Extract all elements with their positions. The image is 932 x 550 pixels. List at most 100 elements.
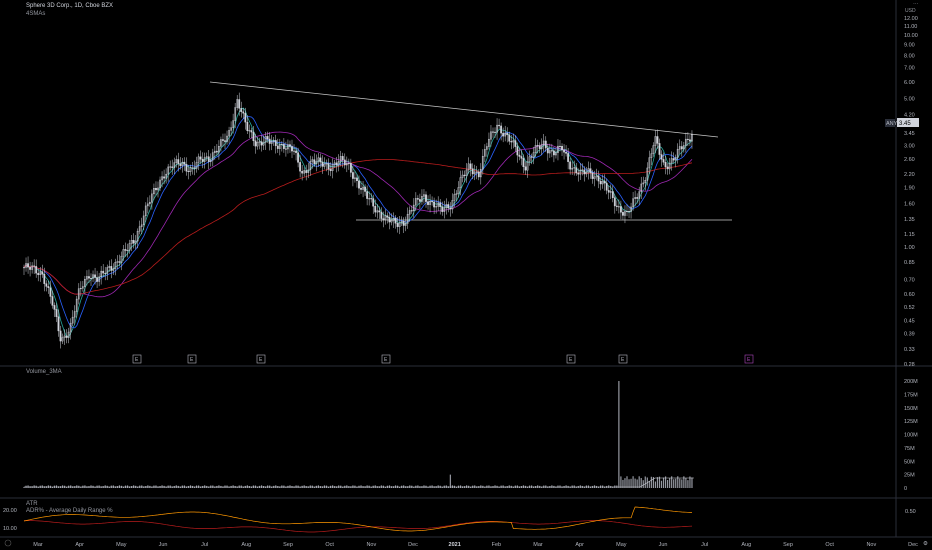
- candle-body: [636, 197, 639, 199]
- volume-bar: [451, 485, 453, 488]
- price-tick-label: 4.20: [904, 113, 915, 119]
- candle-body: [366, 191, 369, 199]
- candle-body: [615, 205, 618, 207]
- settings-icon[interactable]: ⚙: [923, 540, 928, 547]
- volume-bar: [431, 485, 433, 488]
- volume-bars: [23, 381, 694, 488]
- price-tick-label: 9.00: [904, 42, 915, 48]
- candle-body: [207, 156, 210, 162]
- volume-bar: [662, 477, 665, 488]
- candle-body: [425, 194, 427, 202]
- candle-body: [53, 305, 56, 310]
- candle-body: [224, 140, 226, 142]
- candle-body: [664, 162, 667, 168]
- candle-body: [597, 175, 600, 182]
- candle-body: [47, 286, 50, 288]
- candle-body: [118, 261, 121, 263]
- earnings-marker[interactable]: E: [187, 354, 197, 364]
- candle-body: [45, 283, 48, 287]
- price-tick-label: 0.33: [904, 347, 915, 353]
- price-tick-label: 0.39: [904, 331, 915, 337]
- volume-bar: [638, 476, 640, 488]
- price-tick-label: 0.45: [904, 318, 915, 324]
- candle-body: [538, 145, 541, 149]
- candle-body: [469, 163, 472, 169]
- volume-bar: [423, 485, 425, 488]
- candle-body: [33, 265, 36, 267]
- earnings-marker[interactable]: E: [132, 354, 142, 364]
- price-tick-label: 2.20: [904, 172, 915, 178]
- time-axis[interactable]: Mar Apr May Jun Jul Aug Sep Oct Nov Dec 2021 Feb Mar…: [33, 542, 918, 548]
- price-tick-label: 5.00: [904, 97, 915, 103]
- candle-body: [327, 163, 330, 170]
- volume-bar: [630, 478, 632, 488]
- earnings-marker[interactable]: E: [566, 354, 576, 364]
- earnings-markers[interactable]: E E E E E E E: [132, 354, 754, 364]
- volume-bar: [537, 485, 539, 488]
- volume-bar: [508, 485, 510, 488]
- candle-body: [27, 263, 29, 268]
- price-tick-label: 0.85: [904, 260, 915, 266]
- candle-body: [439, 202, 442, 208]
- chart-canvas[interactable]: 12.00 11.00 10.00 9.00 8.00 7.00 6.00 5.00 4.20 3…: [0, 0, 932, 550]
- candle-body: [104, 272, 107, 274]
- candle-body: [297, 152, 299, 163]
- volume-bar: [522, 485, 525, 488]
- candle-body: [536, 145, 539, 147]
- candle-body: [427, 201, 429, 205]
- volume-bar: [669, 478, 671, 488]
- candle-body: [419, 199, 421, 202]
- candle-body: [475, 171, 478, 173]
- candle-body: [88, 276, 90, 279]
- price-tick-label: 0.52: [904, 305, 915, 311]
- volume-bar: [650, 476, 652, 488]
- volume-bar: [417, 485, 419, 488]
- time-tick-label: Aug: [241, 542, 251, 548]
- candle-body: [55, 309, 58, 317]
- candle-body: [396, 223, 399, 227]
- candle-body: [477, 171, 480, 178]
- volume-bar: [632, 476, 634, 488]
- volume-bar: [366, 485, 368, 488]
- volume-bar: [579, 485, 581, 488]
- candle-body: [471, 168, 474, 175]
- candle-body: [622, 212, 624, 216]
- earnings-marker[interactable]: E: [618, 354, 628, 364]
- candle-body: [583, 169, 586, 175]
- atr-pane-lines: [23, 506, 693, 533]
- price-axis[interactable]: 12.00 11.00 10.00 9.00 8.00 7.00 6.00 5.00 4.20 3…: [904, 16, 918, 368]
- candle-body: [352, 172, 354, 179]
- candle-body: [252, 131, 255, 141]
- candle-body: [183, 161, 186, 165]
- volume-bar: [246, 485, 248, 488]
- volume-bar: [656, 477, 659, 488]
- volume-bar: [691, 477, 693, 488]
- price-tick-label: 3.00: [904, 144, 915, 150]
- volume-bar: [70, 485, 72, 488]
- candle-body: [374, 205, 377, 213]
- candle-body: [358, 180, 360, 189]
- candle-body: [599, 180, 602, 185]
- volume-bar: [394, 485, 397, 488]
- volume-tick-label: 0: [904, 486, 907, 492]
- candle-body: [313, 159, 316, 165]
- price-tick-label: 1.90: [904, 186, 915, 192]
- price-tick-label: 1.15: [904, 232, 915, 238]
- volume-bar: [673, 479, 675, 488]
- volume-bar: [685, 478, 687, 488]
- candle-body: [386, 215, 389, 218]
- resistance-trendline[interactable]: [209, 81, 719, 138]
- timezone-icon[interactable]: [4, 539, 12, 547]
- earnings-marker-upcoming[interactable]: E: [744, 354, 754, 364]
- candle-body: [274, 140, 277, 147]
- earnings-marker[interactable]: E: [256, 354, 266, 364]
- volume-bar: [644, 476, 646, 488]
- candle-body: [680, 146, 683, 150]
- candle-body: [550, 150, 553, 152]
- candle-body: [49, 287, 52, 297]
- earnings-marker[interactable]: E: [381, 354, 391, 364]
- time-tick-label: Jun: [659, 542, 668, 548]
- time-tick-label: Aug: [741, 542, 751, 548]
- candle-body: [329, 169, 332, 171]
- candle-body: [335, 162, 338, 166]
